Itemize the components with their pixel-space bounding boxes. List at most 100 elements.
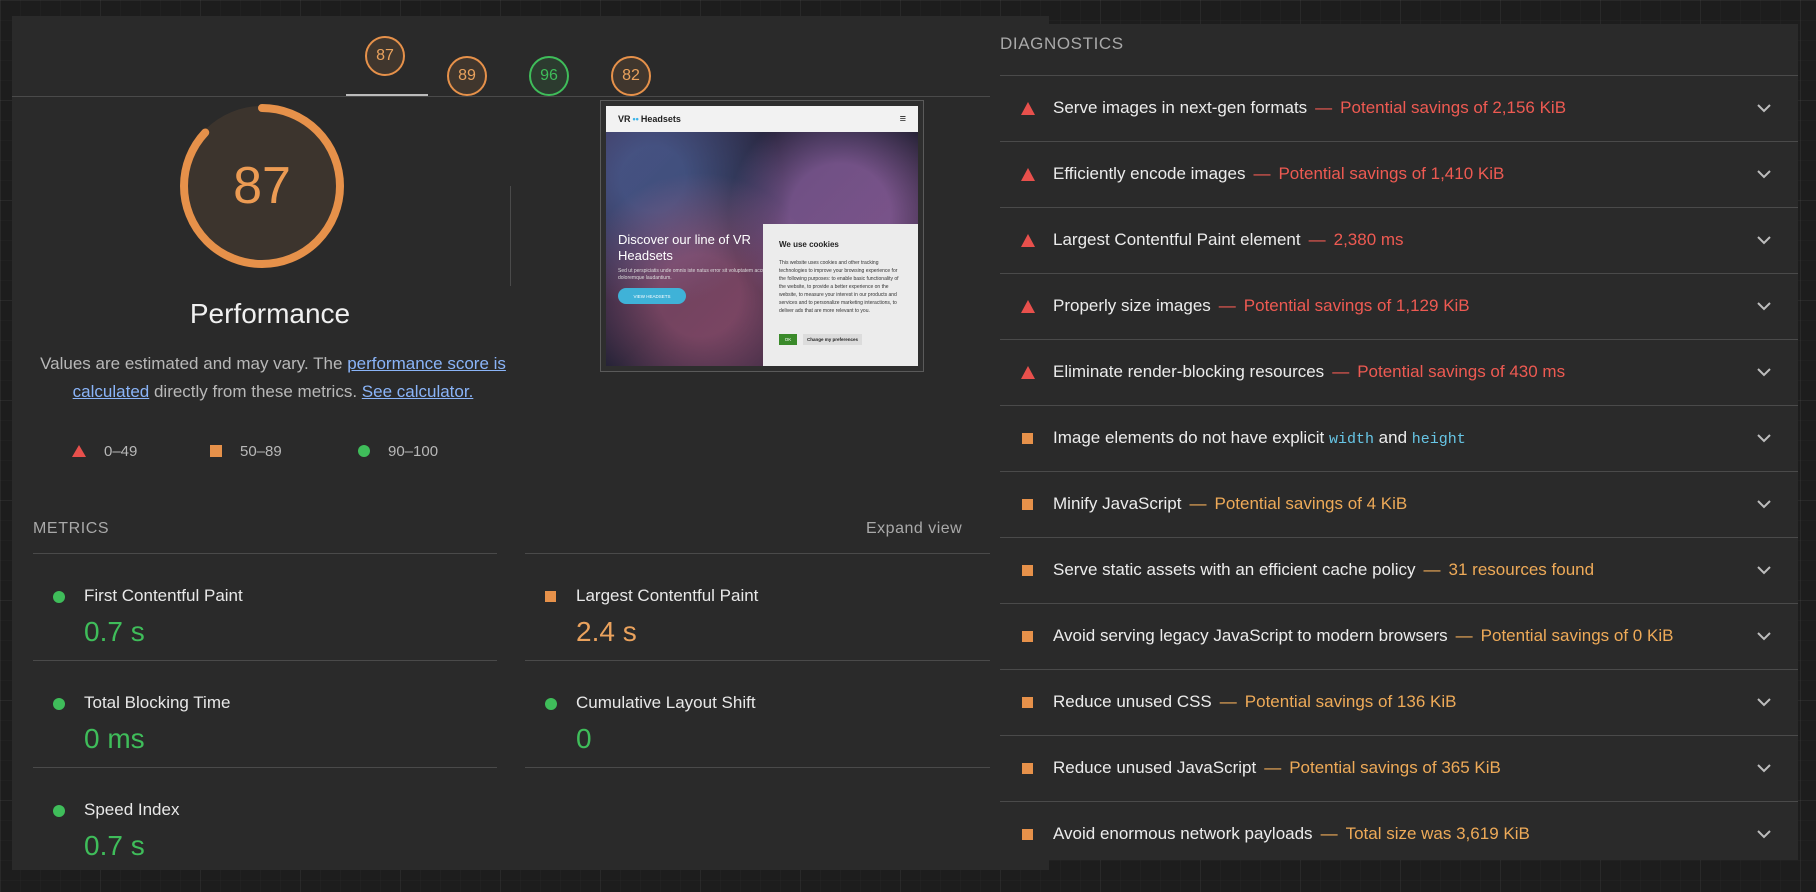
audit-row[interactable]: Image elements do not have explicit widt… [1000, 405, 1798, 470]
audit-title-text: and [1373, 428, 1412, 447]
divider [33, 553, 497, 554]
audit-title: Largest Contentful Paint element [1053, 230, 1301, 249]
audit-status-icon-wrap [1000, 299, 1053, 313]
chevron-down-icon[interactable] [1754, 164, 1774, 184]
expand-view-button[interactable]: Expand view [866, 520, 962, 538]
fail-triangle-icon [1020, 233, 1035, 247]
audit-title-text: Image elements do not have explicit [1053, 428, 1329, 447]
fail-triangle-icon [1020, 167, 1035, 181]
audit-status-icon-wrap [1000, 365, 1053, 379]
average-square-icon [1022, 828, 1033, 840]
tab-accessibility[interactable]: 89 [428, 36, 510, 96]
audit-title: Image elements do not have explicit widt… [1053, 428, 1466, 448]
audit-separator: — [1189, 494, 1207, 513]
diagnostics-panel: DIAGNOSTICS Serve images in next-gen for… [990, 24, 1798, 860]
audit-detail: Potential savings of 1,129 KiB [1243, 296, 1470, 315]
cookie-banner: We use cookies This website uses cookies… [763, 224, 918, 366]
audit-title: Minify JavaScript [1053, 494, 1182, 513]
tab-performance[interactable]: 87 [346, 16, 428, 96]
triangle-icon [72, 445, 86, 457]
audit-detail: 2,380 ms [1333, 230, 1404, 249]
fail-triangle-icon [1020, 365, 1035, 379]
average-square-icon [1022, 432, 1033, 444]
tab-score: 89 [458, 67, 476, 84]
cookie-ok-button: OK [779, 334, 797, 345]
square-icon [210, 445, 222, 457]
audit-separator: — [1219, 692, 1237, 711]
divider [525, 553, 1001, 554]
metric-cumulative-layout-shift: Cumulative Layout Shift 0 [525, 677, 985, 767]
audit-status-icon-wrap [1000, 432, 1053, 444]
score-gauge: 96 [529, 56, 569, 96]
tab-score: 96 [540, 67, 558, 84]
cookie-actions: OK Change my preferences [779, 334, 863, 345]
audit-detail: Potential savings of 136 KiB [1244, 692, 1457, 711]
chevron-down-icon[interactable] [1754, 692, 1774, 712]
cookie-preferences-button: Change my preferences [803, 334, 863, 345]
audit-row[interactable]: Avoid enormous network payloads — Total si… [1000, 801, 1798, 860]
audit-title: Efficiently encode images [1053, 164, 1246, 183]
chevron-down-icon[interactable] [1754, 758, 1774, 778]
page-screenshot[interactable]: VR •• Headsets ≡ Discover our line of VR… [600, 100, 924, 372]
metric-value: 0.7 s [84, 616, 145, 647]
performance-description: Values are estimated and may vary. The p… [38, 350, 508, 406]
average-square-icon [1022, 498, 1033, 510]
chevron-down-icon[interactable] [1754, 494, 1774, 514]
audit-row[interactable]: Reduce unused JavaScript — Potential savin… [1000, 735, 1798, 800]
legend-label: 0–49 [104, 442, 138, 460]
desc-text: Values are estimated and may vary. The [40, 354, 348, 373]
audit-row[interactable]: Largest Contentful Paint element — 2,380 m… [1000, 207, 1798, 272]
audit-title: Avoid serving legacy JavaScript to moder… [1053, 626, 1448, 645]
audit-status-icon-wrap [1000, 762, 1053, 774]
chevron-down-icon[interactable] [1754, 230, 1774, 250]
chevron-down-icon[interactable] [1754, 362, 1774, 382]
tab-seo[interactable]: 82 [592, 36, 674, 96]
audit-detail: Potential savings of 1,410 KiB [1278, 164, 1505, 183]
audit-status-icon-wrap [1000, 101, 1053, 115]
logo-dots: •• [632, 114, 639, 124]
circle-icon [358, 445, 370, 457]
audit-status-icon-wrap [1000, 630, 1053, 642]
chevron-down-icon[interactable] [1754, 98, 1774, 118]
audit-row[interactable]: Minify JavaScript — Potential savings of 4… [1000, 471, 1798, 536]
audit-detail: Potential savings of 365 KiB [1289, 758, 1501, 777]
audit-status-icon-wrap [1000, 233, 1053, 247]
audit-row[interactable]: Efficiently encode images — Potential savi… [1000, 141, 1798, 206]
desc-text: directly from these metrics. [149, 382, 362, 401]
chevron-down-icon[interactable] [1754, 296, 1774, 316]
chevron-down-icon[interactable] [1754, 560, 1774, 580]
pass-circle-icon [53, 591, 65, 603]
audit-title: Properly size images [1053, 296, 1211, 315]
metric-first-contentful-paint: First Contentful Paint 0.7 s [33, 570, 493, 660]
audit-row[interactable]: Reduce unused CSS — Potential savings of 1… [1000, 669, 1798, 734]
performance-panel: 87 89 96 82 87 Performance Values are es… [12, 16, 1049, 870]
metric-speed-index: Speed Index 0.7 s [33, 784, 493, 870]
chevron-down-icon[interactable] [1754, 428, 1774, 448]
tab-best-practices[interactable]: 96 [510, 36, 592, 96]
screenshot-content: VR •• Headsets ≡ Discover our line of VR… [606, 106, 918, 366]
audit-row[interactable]: Serve static assets with an efficient ca… [1000, 537, 1798, 602]
audit-title: Reduce unused CSS [1053, 692, 1212, 711]
tab-score: 82 [622, 67, 640, 84]
audit-status-icon-wrap [1000, 696, 1053, 708]
audit-code: height [1411, 431, 1466, 448]
metric-value: 0.7 s [84, 830, 145, 861]
audit-row[interactable]: Properly size images — Potential savings o… [1000, 273, 1798, 338]
cookie-text: This website uses cookies and other trac… [779, 260, 899, 314]
audit-code: width [1328, 431, 1374, 448]
audit-row[interactable]: Serve images in next-gen formats — Potenti… [1000, 75, 1798, 140]
chevron-down-icon[interactable] [1754, 824, 1774, 844]
audit-title: Reduce unused JavaScript [1053, 758, 1257, 777]
metric-value: 0 ms [84, 723, 145, 754]
chevron-down-icon[interactable] [1754, 626, 1774, 646]
see-calculator-link[interactable]: See calculator. [362, 382, 474, 401]
site-logo: VR [618, 114, 631, 124]
metric-largest-contentful-paint: Largest Contentful Paint 2.4 s [525, 570, 985, 660]
audit-separator: — [1332, 362, 1350, 381]
score-gauge: 82 [611, 56, 651, 96]
average-square-icon [1022, 630, 1033, 642]
audit-row[interactable]: Eliminate render-blocking resources — Pote… [1000, 339, 1798, 404]
legend-fail: 0–49 [72, 438, 137, 464]
audit-row[interactable]: Avoid serving legacy JavaScript to moder… [1000, 603, 1798, 668]
pass-circle-icon [53, 805, 65, 817]
